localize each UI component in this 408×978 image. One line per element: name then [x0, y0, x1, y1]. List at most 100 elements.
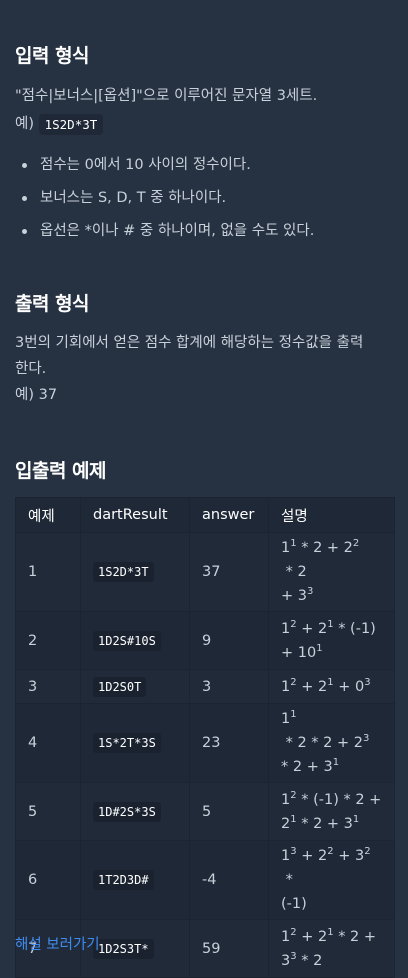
examples-heading: 입출력 예제	[15, 460, 107, 482]
explanation-cell: 13 + 22 + 32 * (-1)	[268, 840, 395, 920]
explanation-operator: +	[296, 678, 318, 695]
explanation-term: 1	[281, 928, 291, 945]
output-example: 예) 37	[15, 387, 58, 403]
explanation-operator: *	[281, 872, 293, 888]
exponent: 2	[364, 846, 371, 858]
output-format-heading: 출력 형식	[15, 293, 90, 315]
explanation-cell: 12 + 21 + 03	[268, 669, 395, 704]
table-row: 3 1D2S0T 3 12 + 21 + 03	[15, 669, 395, 704]
example-number: 4	[15, 703, 81, 783]
dart-result-code: 1S*2T*3S	[93, 733, 161, 753]
table-header-row: 예제 dartResult answer 설명	[15, 497, 395, 533]
input-example-label: 예)	[15, 116, 34, 132]
explanation-term: 3	[354, 848, 365, 864]
input-format-heading: 입력 형식	[15, 45, 90, 67]
explanation-term: + 10	[281, 644, 317, 661]
explanation-term: 2	[281, 815, 291, 832]
column-header: 예제	[15, 497, 81, 533]
explanation-term: 2	[317, 620, 328, 637]
explanation-operator: * 2 +	[296, 540, 344, 556]
input-example-line: 예) 1S2D*3T	[15, 111, 104, 137]
explanation-operator: * 2 * 2 +	[281, 735, 354, 751]
explanation-term: 1	[281, 620, 291, 637]
example-number: 5	[15, 782, 81, 841]
example-number: 1	[15, 532, 81, 612]
dart-result-cell: 1T2D3D#	[80, 840, 190, 920]
table-row: 4 1S*2T*3S 23 11 * 2 * 2 + 23 * 2 + 31	[15, 703, 395, 783]
explanation-cell: 11 * 2 * 2 + 23 * 2 + 31	[268, 703, 395, 783]
dart-result-code: 1D#2S*3S	[93, 801, 161, 822]
explanation-cell: 12 * (-1) * 2 +21 * 2 + 31	[268, 782, 395, 841]
dart-result-code: 1D2S0T	[93, 676, 147, 697]
exponent: 2	[352, 538, 360, 550]
example-number: 2	[15, 611, 81, 670]
exponent: 1	[352, 813, 360, 825]
dart-result-cell: 1D2S#10S	[80, 611, 190, 670]
output-desc-line: 한다.	[15, 361, 47, 377]
explanation-operator: * 2 +	[296, 815, 344, 832]
answer-cell: 23	[189, 703, 269, 783]
exponent: 1	[316, 642, 323, 654]
explanation-term: 2	[317, 848, 328, 864]
column-header: dartResult	[80, 497, 190, 533]
examples-table: 예제 dartResult answer 설명 1 1S2D*3T 37 1 1 * 2…	[15, 497, 395, 978]
explanation-term: 1	[281, 678, 291, 695]
explanation-term: 2	[317, 928, 328, 945]
dart-result-code: 1T2D3D#	[93, 870, 154, 890]
table-row: 1 1S2D*3T 37 11 * 2 + 22 * 2 + 33	[15, 532, 395, 612]
explanation-term: 1	[281, 848, 291, 864]
column-header: answer	[189, 497, 269, 533]
exponent: 3	[363, 733, 370, 745]
explanation-operator: * 2	[281, 564, 307, 580]
explanation-operator: * (-1) * 2 +	[296, 791, 382, 808]
exponent: 3	[364, 676, 371, 688]
dart-result-cell: 1S2D*3T	[80, 532, 190, 612]
exponent: 1	[290, 709, 297, 721]
explanation-operator: +	[296, 620, 318, 637]
example-number: 6	[15, 840, 81, 920]
input-rule-item: 보너스는 S, D, T 중 하나이다.	[21, 182, 314, 215]
column-header: 설명	[268, 497, 395, 533]
explanation-term: 0	[354, 678, 365, 695]
explanation-term: 3	[343, 815, 353, 832]
dart-result-code: 1D2S3T*	[93, 938, 154, 959]
explanation-operator: +	[296, 848, 318, 864]
dart-result-cell: 1D2S0T	[80, 669, 190, 704]
exponent: 1	[332, 757, 340, 769]
explanation-operator: * 2 +	[333, 928, 377, 945]
input-format-description: "점수|보너스|[옵션]"으로 이루어진 문자열 3세트.	[15, 88, 318, 104]
dart-result-code: 1S2D*3T	[93, 562, 154, 582]
explanation-term: 3	[281, 952, 291, 969]
explanation-term: * 2 + 3	[281, 759, 333, 775]
explanation-operator: * (-1)	[333, 620, 376, 637]
answer-cell: 3	[189, 669, 269, 704]
answer-cell: -4	[189, 840, 269, 920]
input-rules-list: 점수는 0에서 10 사이의 정수이다. 보너스는 S, D, T 중 하나이다…	[0, 149, 314, 248]
answer-cell: 9	[189, 611, 269, 670]
explanation-term: + 3	[281, 588, 307, 604]
example-number: 3	[15, 669, 81, 704]
answer-cell: 59	[189, 919, 269, 978]
exponent: 3	[306, 586, 314, 598]
explanation-operator: +	[296, 928, 318, 945]
explanation-operator: +	[333, 848, 355, 864]
explanation-term: 2	[353, 735, 363, 751]
output-format-description: 3번의 기회에서 얻은 점수 합계에 해당하는 정수값을 출력 한다. 예) 3…	[15, 330, 400, 408]
dart-result-cell: 1D#2S*3S	[80, 782, 190, 841]
explanation-term: (-1)	[281, 896, 307, 912]
explanation-cell: 12 + 21 * (-1) + 101	[268, 611, 395, 670]
output-desc-line: 3번의 기회에서 얻은 점수 합계에 해당하는 정수값을 출력	[15, 335, 364, 351]
input-example-code: 1S2D*3T	[38, 113, 104, 135]
explanation-term: 1	[281, 540, 291, 556]
explanation-cell: 11 * 2 + 22 * 2 + 33	[268, 532, 395, 612]
table-row: 6 1T2D3D# -4 13 + 22 + 32 * (-1)	[15, 840, 395, 920]
input-rule-item: 점수는 0에서 10 사이의 정수이다.	[21, 149, 314, 182]
table-row: 2 1D2S#10S 9 12 + 21 * (-1) + 101	[15, 611, 395, 670]
answer-cell: 37	[189, 532, 269, 612]
explanation-term: 2	[343, 540, 353, 556]
explanation-term: 2	[317, 678, 328, 695]
answer-cell: 5	[189, 782, 269, 841]
explanation-operator: +	[333, 678, 355, 695]
explanation-term: 1	[281, 791, 291, 808]
table-row: 5 1D#2S*3S 5 12 * (-1) * 2 +21 * 2 + 31	[15, 782, 395, 841]
